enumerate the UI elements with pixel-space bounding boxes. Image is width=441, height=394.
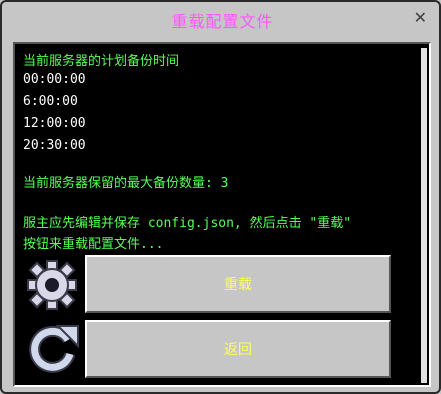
scrollbar[interactable]: [421, 48, 427, 383]
close-icon[interactable]: ✕: [414, 8, 427, 27]
backup-time-2: 12:00:00: [23, 116, 86, 131]
max-backups-line: 当前服务器保留的最大备份数量: 3: [23, 176, 229, 191]
backup-time-1: 6:00:00: [23, 94, 78, 109]
instruction-line-2: 按钮来重载配置文件...: [23, 237, 164, 252]
reload-button[interactable]: 重载: [84, 254, 392, 314]
backup-time-3: 20:30:00: [23, 138, 86, 153]
refresh-icon: [22, 318, 82, 378]
gear-icon: [22, 255, 82, 315]
dialog-title: 重载配置文件: [171, 12, 274, 31]
instruction-line-1: 服主应先编辑并保存 config.json, 然后点击 "重载": [23, 216, 352, 231]
back-button[interactable]: 返回: [84, 319, 392, 379]
backup-time-0: 00:00:00: [23, 72, 86, 87]
schedule-heading: 当前服务器的计划备份时间: [23, 54, 180, 69]
reload-config-dialog: 重载配置文件 ✕ 当前服务器的计划备份时间 00:00:00 6:00:00 1…: [0, 0, 441, 394]
